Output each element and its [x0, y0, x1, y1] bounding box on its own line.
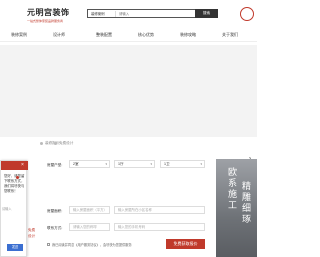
area-input[interactable]: 输入房屋面积（平方） [69, 206, 110, 214]
house-type-label: 房屋户型: [47, 163, 63, 167]
tab-free-design[interactable]: 免费设计 [59, 141, 73, 146]
free-quote-button[interactable]: 免费获取报价 [166, 239, 205, 249]
nav-item-packages[interactable]: 整装配置 [96, 28, 112, 42]
photo-caption-right: 精雕细琢 [242, 181, 252, 224]
search-button[interactable]: 搜索 [195, 9, 218, 18]
search-bar: 装修案例 搜索 [87, 9, 218, 18]
room-select[interactable]: 2室 ▾ [69, 160, 110, 168]
search-input[interactable] [118, 11, 178, 17]
chat-input[interactable]: 请输入 [0, 205, 27, 213]
agree-text: 我已阅读并同意《用户服务协议》，会尽快为您提供服务 [52, 243, 132, 247]
close-icon[interactable]: × [21, 162, 24, 169]
chevron-down-icon: ▾ [200, 162, 202, 166]
tab-bullet-icon [40, 142, 43, 145]
name-input[interactable]: 请输入您的称呼 [69, 223, 110, 231]
nav-item-advantages[interactable]: 核心优势 [138, 28, 154, 42]
site-logo[interactable]: 元明宫装饰 一站式整体家装品牌服务商 [27, 7, 70, 23]
bath-select[interactable]: 1卫 ▾ [160, 160, 205, 168]
chevron-down-icon: ▾ [150, 162, 152, 166]
contact-label: 联系方式: [47, 226, 63, 230]
bath-select-value: 1卫 [164, 162, 170, 166]
hero-banner[interactable] [0, 45, 257, 137]
nav-item-cases[interactable]: 装修案例 [11, 28, 27, 42]
search-category-select[interactable]: 装修案例 [89, 11, 116, 17]
tab-bullet-icon [54, 142, 57, 145]
chat-header: × [1, 161, 28, 170]
hall-select-value: 1厅 [118, 162, 124, 166]
photo-caption-left: 欧系施工 [228, 167, 238, 210]
phone-input[interactable]: 输入您的手机号码 [114, 223, 205, 231]
logo-title: 元明宫装饰 [27, 8, 70, 17]
nav-item-designers[interactable]: 设计师 [53, 28, 65, 42]
nav-item-guides[interactable]: 装修攻略 [180, 28, 196, 42]
agree-checkbox[interactable] [47, 243, 50, 246]
brand-seal-icon [240, 7, 254, 21]
chevron-down-icon: ▾ [105, 162, 107, 166]
unread-dot-icon [16, 176, 19, 179]
chat-send-button[interactable]: 发送 [7, 244, 23, 251]
room-select-value: 2室 [73, 162, 79, 166]
logo-subtitle: 一站式整体家装品牌服务商 [27, 19, 64, 23]
community-input[interactable]: 输入房屋所在小区名称 [114, 206, 205, 214]
chat-side-label: 免费 设计 [28, 228, 36, 238]
site-header: 元明宫装饰 一站式整体家装品牌服务商 装修案例 搜索 [0, 0, 257, 28]
hall-select[interactable]: 1厅 ▾ [114, 160, 155, 168]
main-nav: 装修案例 设计师 整装配置 核心优势 装修攻略 关于我们 [0, 28, 257, 42]
tab-quote[interactable]: 装修报价 [45, 141, 59, 146]
nav-item-about[interactable]: 关于我们 [222, 28, 238, 42]
area-label: 房屋面积: [47, 209, 63, 213]
